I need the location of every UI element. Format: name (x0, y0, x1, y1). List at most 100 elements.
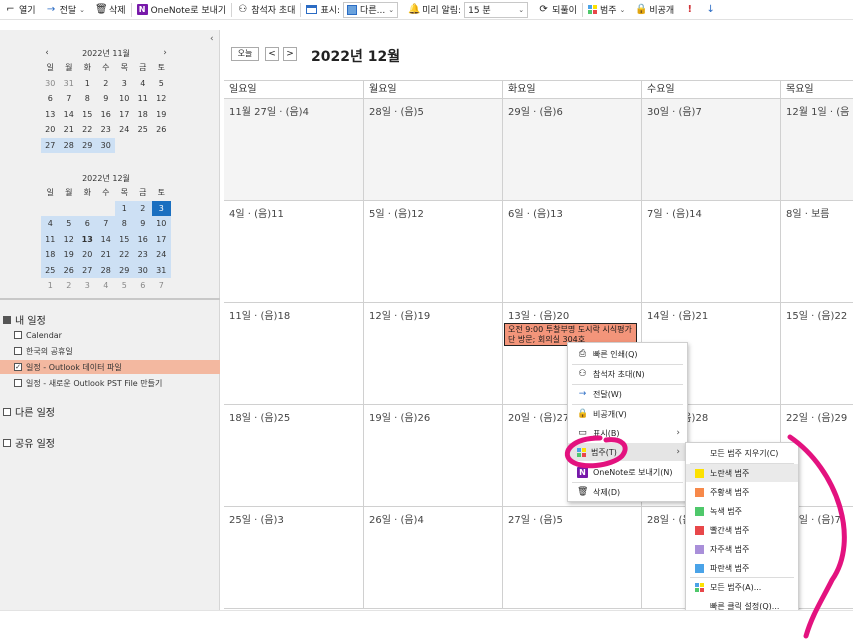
mini-day[interactable]: 7 (60, 91, 79, 107)
collapse-pane-icon[interactable]: ‹ (210, 34, 214, 44)
mini-day[interactable]: 18 (41, 247, 60, 263)
day-cell[interactable]: 15일 · (음)22 (781, 303, 853, 405)
private-button[interactable]: 🔒 비공개 (630, 0, 679, 20)
mini-day[interactable]: 3 (78, 278, 97, 294)
mini-day[interactable]: 16 (133, 231, 152, 247)
day-cell[interactable]: 4일 · (음)11 (224, 201, 364, 303)
mini-day[interactable]: 2 (60, 278, 79, 294)
previous-month-button[interactable]: < (265, 47, 279, 61)
other-calendars-group[interactable]: 다른 일정 (3, 404, 55, 419)
mini-day[interactable]: 11 (134, 91, 153, 107)
day-cell[interactable]: 18일 · (음)25 (224, 405, 364, 507)
mini-day[interactable]: 1 (78, 76, 97, 92)
day-cell[interactable]: 27일 · (음)5 (503, 507, 642, 609)
mini-day[interactable]: 19 (59, 247, 78, 263)
mini-day[interactable]: 29 (78, 137, 97, 153)
mini-day[interactable]: 29 (115, 262, 134, 278)
mini-day[interactable]: 13 (41, 107, 60, 123)
mini-day[interactable]: 11 (41, 231, 60, 247)
mini-day[interactable]: 26 (152, 122, 171, 138)
menu-item-category[interactable]: 파란색 범주 (686, 559, 798, 577)
menu-item-send-to-onenote[interactable]: N OneNote로 보내기(N) (568, 463, 687, 481)
menu-item-show-as[interactable]: ▭ 표시(B) › (568, 424, 687, 442)
menu-item-quick-print[interactable]: ⎙ 빠른 인쇄(Q) (568, 345, 687, 363)
mini-day[interactable]: 6 (41, 91, 60, 107)
day-cell[interactable]: 19일 · (음)26 (364, 405, 503, 507)
menu-item-forward[interactable]: → 전달(W) (568, 385, 687, 403)
reminder-dropdown[interactable]: 15 분 ⌄ (464, 1, 529, 18)
mini-day[interactable]: 20 (78, 247, 97, 263)
high-importance-button[interactable]: ! (679, 0, 700, 20)
mini-day[interactable]: 6 (78, 216, 97, 232)
mini-day[interactable]: 2 (133, 200, 152, 216)
mini-day[interactable]: 5 (115, 278, 134, 294)
menu-item-clear-all-categories[interactable]: 모든 범주 지우기(C) (686, 444, 798, 462)
mini-day[interactable]: 25 (134, 122, 153, 138)
next-month-button[interactable]: > (283, 47, 297, 61)
menu-item-delete[interactable]: 🗑 삭제(D) (568, 483, 687, 501)
calendar-item[interactable]: Calendar (14, 328, 62, 342)
day-cell[interactable]: 5일 · (음)12 (364, 201, 503, 303)
calendar-item-selected[interactable]: ✓ 일정 - Outlook 데이터 파일 (0, 360, 220, 374)
day-cell[interactable]: 30일 · (음)7 (642, 99, 781, 201)
forward-button[interactable]: → 전달 ⌄ (41, 0, 90, 20)
mini-day[interactable]: 1 (115, 200, 134, 216)
mini-day[interactable]: 2 (97, 76, 116, 92)
mini-day[interactable]: 8 (78, 91, 97, 107)
day-cell[interactable]: 29일 · (음)6 (503, 99, 642, 201)
mini-day[interactable]: 1 (41, 278, 60, 294)
mini-day[interactable]: 30 (41, 76, 60, 92)
group-checkbox[interactable] (3, 407, 11, 416)
group-checkbox[interactable] (3, 315, 11, 324)
calendar-checkbox-checked[interactable]: ✓ (14, 363, 22, 371)
day-cell[interactable]: 12월 1일 · (음 (781, 99, 853, 201)
menu-item-category[interactable]: 녹색 범주 (686, 502, 798, 520)
mini-next-month-icon[interactable]: › (159, 48, 171, 58)
invite-attendees-button[interactable]: ⚇ 참석자 초대 (232, 0, 300, 20)
mini-day[interactable]: 28 (96, 262, 115, 278)
mini-day[interactable]: 25 (41, 262, 60, 278)
show-as-dropdown[interactable]: 다른... ⌄ (343, 1, 399, 18)
mini-day[interactable]: 4 (41, 216, 60, 232)
mini-day[interactable]: 3 (152, 200, 171, 216)
mini-day[interactable]: 14 (60, 107, 79, 123)
mini-day[interactable]: 22 (115, 247, 134, 263)
menu-item-private[interactable]: 🔒 비공개(V) (568, 405, 687, 423)
calendar-checkbox[interactable] (14, 331, 22, 339)
mini-day[interactable]: 14 (96, 231, 115, 247)
shared-calendars-group[interactable]: 공유 일정 (3, 435, 55, 450)
mini-day[interactable]: 7 (152, 278, 171, 294)
mini-day[interactable]: 4 (97, 278, 116, 294)
day-cell[interactable]: 8일 · 보름 (781, 201, 853, 303)
mini-day[interactable]: 20 (41, 122, 60, 138)
day-cell[interactable]: 26일 · (음)4 (364, 507, 503, 609)
mini-prev-month-icon[interactable]: ‹ (41, 48, 53, 58)
mini-day[interactable]: 19 (152, 107, 171, 123)
mini-day[interactable]: 27 (78, 262, 97, 278)
mini-day[interactable]: 23 (133, 247, 152, 263)
mini-day[interactable]: 30 (96, 137, 115, 153)
mini-day[interactable]: 21 (60, 122, 79, 138)
mini-day[interactable]: 17 (152, 231, 171, 247)
calendar-item[interactable]: 일정 - 새로운 Outlook PST File 만들기 (14, 376, 162, 390)
group-checkbox[interactable] (3, 438, 11, 447)
mini-day[interactable]: 6 (134, 278, 153, 294)
menu-item-category[interactable]: 주황색 범주 (686, 483, 798, 501)
mini-day[interactable]: 28 (59, 137, 78, 153)
menu-item-categorize[interactable]: 범주(T) › (568, 443, 687, 461)
mini-day[interactable]: 24 (115, 122, 134, 138)
mini-day[interactable]: 16 (97, 107, 116, 123)
mini-day[interactable]: 4 (134, 76, 153, 92)
day-cell[interactable]: 11월 27일 · (음)4 (224, 99, 364, 201)
mini-day[interactable]: 21 (96, 247, 115, 263)
mini-day[interactable]: 5 (59, 216, 78, 232)
mini-day[interactable]: 7 (96, 216, 115, 232)
mini-day[interactable]: 31 (152, 262, 171, 278)
today-button[interactable]: 오늘 (231, 47, 259, 61)
mini-day[interactable]: 3 (115, 76, 134, 92)
mini-day[interactable]: 17 (115, 107, 134, 123)
mini-day[interactable]: 22 (78, 122, 97, 138)
calendar-checkbox[interactable] (14, 347, 22, 355)
menu-item-category[interactable]: 노란색 범주 (686, 464, 798, 482)
day-cell[interactable]: 6일 · (음)13 (503, 201, 642, 303)
